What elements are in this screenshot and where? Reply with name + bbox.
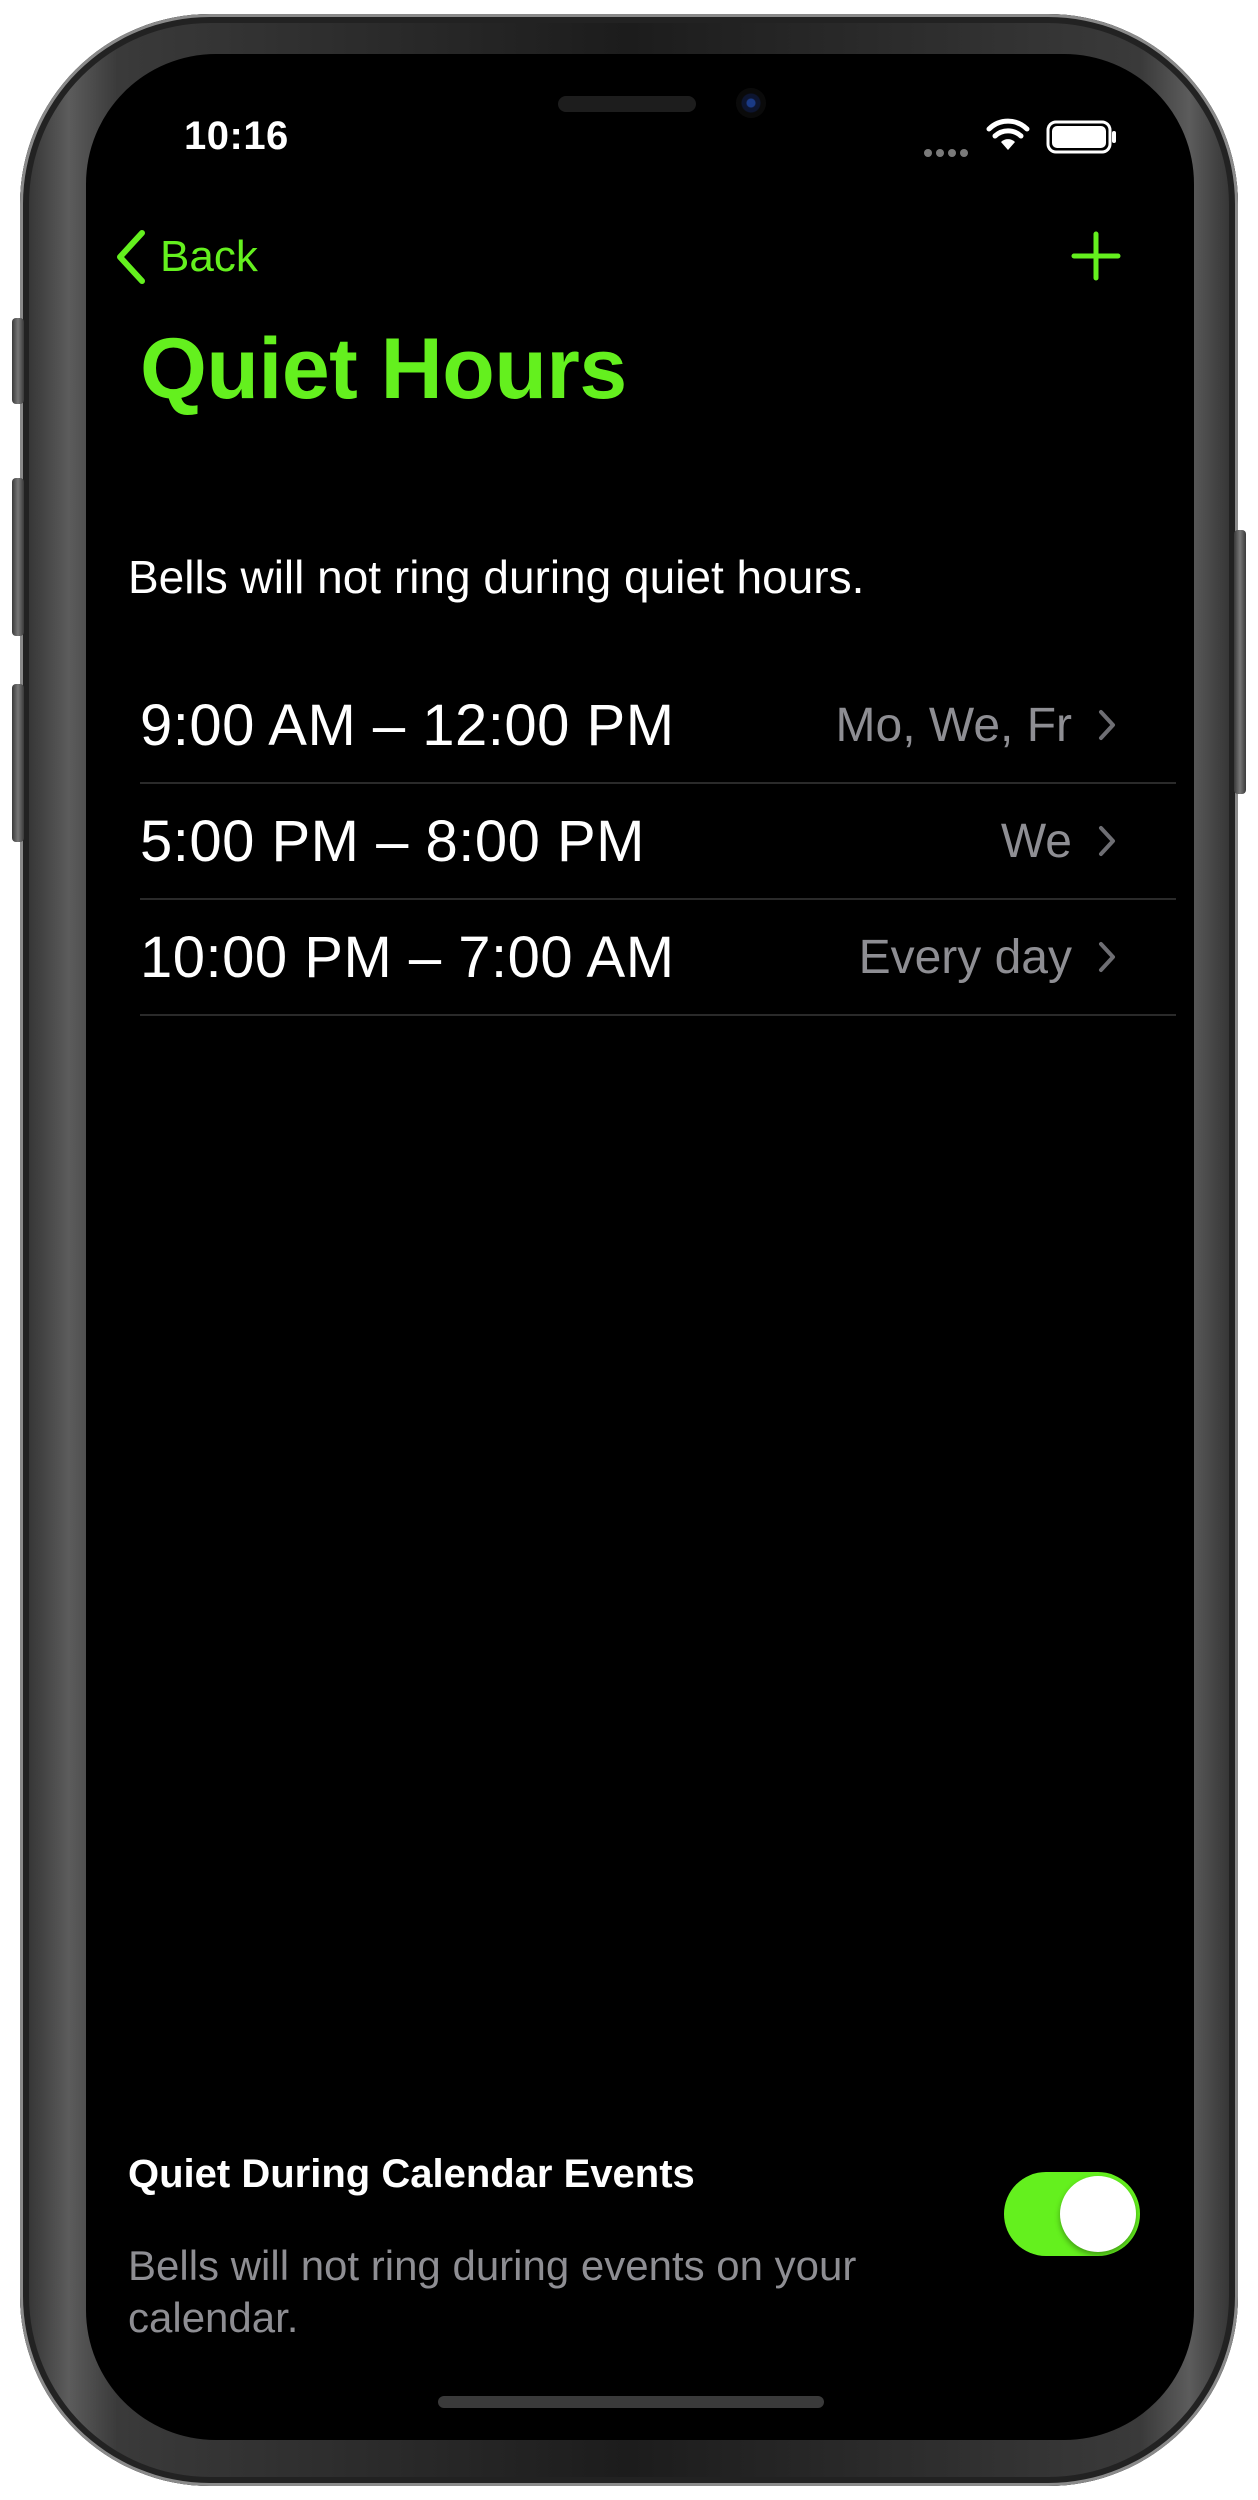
front-camera [736,88,766,118]
calendar-events-description: Bells will not ring during events on you… [128,2242,857,2341]
list-item[interactable]: 5:00 PM – 8:00 PM We [140,784,1176,900]
screen: 10:16 Back Quiet Hours Bells will not ri… [86,54,1194,2440]
schedule-time: 10:00 PM – 7:00 AM [140,924,675,990]
volume-up-button [12,478,24,636]
list-item[interactable]: 9:00 AM – 12:00 PM Mo, We, Fr [140,668,1176,784]
schedule-list: 9:00 AM – 12:00 PM Mo, We, Fr 5:00 PM – … [140,668,1176,1016]
toggle-knob [1060,2176,1136,2252]
battery-icon [1046,120,1116,154]
chevron-right-icon [1099,942,1115,972]
chevron-right-icon [1099,710,1115,740]
intro-text: Bells will not ring during quiet hours. [128,551,865,603]
plus-icon[interactable] [1066,226,1126,286]
calendar-events-toggle[interactable] [1004,2172,1140,2256]
back-label: Back [160,232,258,281]
chevron-right-icon [1099,826,1115,856]
schedule-days: Every day [858,930,1072,984]
silent-switch [12,318,24,404]
chevron-left-icon [117,230,145,284]
signal-dots-icon [924,144,972,162]
volume-down-button [12,684,24,842]
home-indicator[interactable] [438,2396,824,2408]
side-power-button [1234,530,1246,794]
schedule-time: 5:00 PM – 8:00 PM [140,808,645,874]
list-item[interactable]: 10:00 PM – 7:00 AM Every day [140,900,1176,1016]
status-time: 10:16 [184,114,289,158]
page-title: Quiet Hours [140,321,627,417]
calendar-events-title: Quiet During Calendar Events [128,2152,695,2196]
wifi-icon [986,118,1030,150]
schedule-time: 9:00 AM – 12:00 PM [140,692,675,758]
schedule-days: Mo, We, Fr [835,698,1072,752]
earpiece-speaker [558,96,696,112]
back-button[interactable]: Back [116,222,258,292]
schedule-days: We [1000,814,1072,868]
